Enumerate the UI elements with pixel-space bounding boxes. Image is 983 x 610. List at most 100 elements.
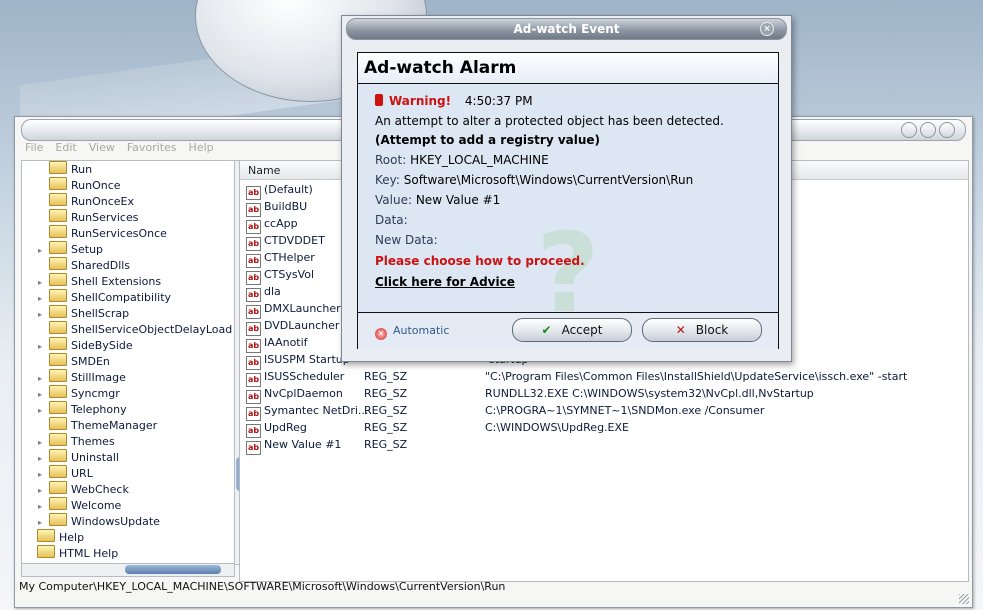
tree-item[interactable]: RunOnceEx — [38, 193, 134, 209]
key-line: Key: Software\Microsoft\Windows\CurrentV… — [375, 173, 693, 187]
value-name: CTSysVol — [264, 268, 315, 281]
tree-item-label: Syncmgr — [71, 387, 120, 400]
tree-item-label: Setup — [71, 243, 104, 256]
dialog-titlebar[interactable]: Ad-watch Event × — [346, 18, 787, 40]
folder-icon — [49, 465, 67, 478]
data-label: Data: — [375, 213, 408, 227]
tree-item[interactable]: ThemeManager — [38, 417, 157, 433]
value-name: IAAnotif — [264, 336, 308, 349]
folder-icon — [49, 257, 67, 270]
tree-item-label: ThemeManager — [71, 419, 158, 432]
accept-button[interactable]: ✔ Accept — [512, 318, 632, 342]
tree-item[interactable]: SharedDlls — [38, 257, 130, 273]
tree-horizontal-scrollbar[interactable] — [21, 563, 235, 577]
tree-item-label: Welcome — [71, 499, 122, 512]
dialog-close-icon[interactable]: × — [760, 22, 774, 36]
table-row[interactable]: ab ISUSScheduler REG_SZ "C:\Program Files\C… — [240, 368, 968, 387]
tree-item[interactable]: SMDEn — [38, 353, 110, 369]
tree-item[interactable]: ▸ ShellScrap — [38, 305, 129, 321]
value-name: Symantec NetDri... — [264, 404, 369, 417]
folder-icon — [49, 497, 67, 510]
advice-link[interactable]: Click here for Advice — [375, 275, 515, 289]
minimize-button[interactable] — [901, 122, 917, 138]
value-type-cell: REG_SZ — [364, 370, 408, 383]
root-line: Root: HKEY_LOCAL_MACHINE — [375, 153, 549, 167]
tree-item-label: ShellServiceObjectDelayLoad — [71, 323, 233, 336]
tree-item[interactable]: Run — [38, 161, 92, 177]
tree-item[interactable]: ▸ URL — [38, 465, 93, 481]
folder-icon — [49, 209, 67, 222]
tree-item[interactable]: ▸ ShellCompatibility — [38, 289, 171, 305]
table-row[interactable]: ab Symantec NetDri... REG_SZ C:\PROGRA~1\SY… — [240, 402, 968, 421]
value-name: DVDLauncher — [264, 319, 340, 332]
tree-item[interactable]: ▸ Welcome — [38, 497, 121, 513]
tree-item-label: HTML Help — [59, 547, 119, 560]
tree-item[interactable]: ▸ WebCheck — [38, 481, 129, 497]
value-name: ISUSScheduler — [264, 370, 345, 383]
value-data-cell: RUNDLL32.EXE C:\WINDOWS\system32\NvCpl.d… — [485, 387, 814, 400]
value-name: ccApp — [264, 217, 298, 230]
folder-icon — [37, 545, 55, 558]
tree-item[interactable]: ▸ StillImage — [38, 369, 126, 385]
tree-item[interactable]: ▸ Themes — [38, 433, 115, 449]
folder-icon — [49, 177, 67, 190]
menu-edit[interactable]: Edit — [55, 141, 76, 154]
folder-icon — [49, 417, 67, 430]
root-value: HKEY_LOCAL_MACHINE — [410, 153, 549, 167]
string-value-icon: ab — [246, 441, 261, 455]
block-label: Block — [695, 323, 729, 337]
value-type-cell: REG_SZ — [364, 421, 408, 434]
close-button[interactable] — [939, 122, 955, 138]
value-name: CTHelper — [264, 251, 315, 264]
table-row[interactable]: ab New Value #1 REG_SZ — [240, 436, 968, 455]
status-bar: My Computer\HKEY_LOCAL_MACHINE\SOFTWARE\… — [19, 580, 506, 593]
maximize-button[interactable] — [920, 122, 936, 138]
folder-icon — [49, 433, 67, 446]
event-time: 4:50:37 PM — [464, 94, 533, 108]
tree-item[interactable]: ShellServiceObjectDelayLoad — [38, 321, 232, 337]
tree-item-label: Shell Extensions — [71, 275, 162, 288]
automatic-x-icon: ✕ — [375, 328, 387, 340]
tree-hscroll-thumb[interactable] — [125, 565, 221, 574]
tree-item[interactable]: ▸ Setup — [38, 241, 103, 257]
tree-item[interactable]: RunServices — [38, 209, 138, 225]
table-row[interactable]: ab NvCplDaemon REG_SZ RUNDLL32.EXE C:\WINDO… — [240, 385, 968, 404]
alarm-footer: ✕ Automatic ✔ Accept ✕ Block — [358, 312, 778, 349]
tree-item[interactable]: ▸ Uninstall — [38, 449, 119, 465]
menu-file[interactable]: File — [25, 141, 43, 154]
menu-view[interactable]: View — [89, 141, 115, 154]
tree-item-label: Uninstall — [71, 451, 119, 464]
tree-item[interactable]: HTML Help — [26, 545, 118, 561]
tree-item[interactable]: ▸ Shell Extensions — [38, 273, 161, 289]
tree-item[interactable]: RunServicesOnce — [38, 225, 167, 241]
folder-icon — [49, 161, 67, 174]
tree-item-label: Telephony — [71, 403, 127, 416]
tree-item[interactable]: ▸ WindowsUpdate — [38, 513, 160, 529]
table-row[interactable]: ab UpdReg REG_SZ C:\WINDOWS\UpdReg.EXE — [240, 419, 968, 438]
tree-item[interactable]: ▸ SideBySide — [38, 337, 133, 353]
alarm-panel: Ad-watch Alarm ? Warning! 4:50:37 PM An … — [357, 52, 779, 349]
automatic-label: Automatic — [393, 324, 450, 337]
tree-item-label: RunServicesOnce — [71, 227, 167, 240]
menu-bar: File Edit View Favorites Help — [25, 141, 214, 154]
folder-icon — [49, 273, 67, 286]
tree-item[interactable]: ▸ Syncmgr — [38, 385, 120, 401]
resize-grip[interactable] — [959, 594, 969, 604]
alarm-message: An attempt to alter a protected object h… — [375, 114, 724, 128]
key-label: Key: — [375, 173, 400, 187]
tree-item[interactable]: ▸ Telephony — [38, 401, 127, 417]
folder-icon — [49, 401, 67, 414]
automatic-option[interactable]: ✕ Automatic — [375, 324, 449, 340]
tree-item[interactable]: Help — [26, 529, 84, 545]
menu-favorites[interactable]: Favorites — [127, 141, 177, 154]
warning-label: Warning! — [389, 94, 452, 108]
column-header-name[interactable]: Name — [248, 164, 280, 177]
menu-help[interactable]: Help — [189, 141, 214, 154]
tree-item-label: Themes — [71, 435, 115, 448]
value-name: dla — [264, 285, 281, 298]
tree-item[interactable]: RunOnce — [38, 177, 121, 193]
folder-icon — [49, 481, 67, 494]
folder-icon — [49, 449, 67, 462]
block-button[interactable]: ✕ Block — [642, 318, 762, 342]
folder-icon — [49, 225, 67, 238]
